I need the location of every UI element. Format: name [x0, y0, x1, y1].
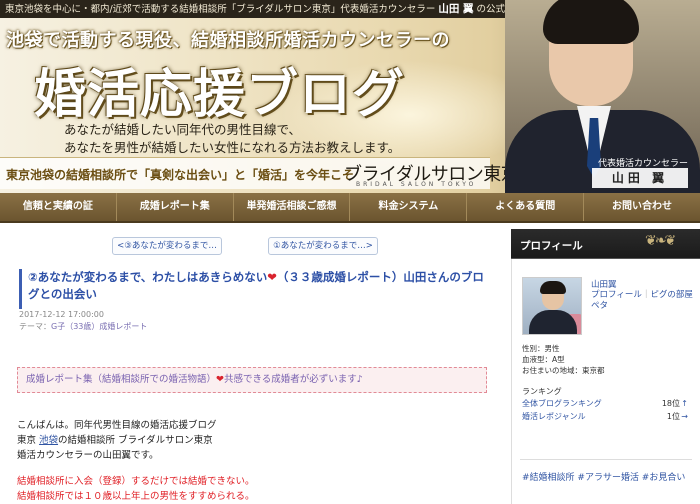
- nav-item-reports[interactable]: 成婚レポート集: [117, 193, 234, 221]
- paragraph-1-line-2: 東京 池袋の結婚相談所 ブライダルサロン東京: [17, 433, 217, 448]
- ranking-overall-link[interactable]: 全体ブログランキング: [522, 399, 602, 408]
- global-nav: 信頼と実績の証 成婚レポート集 単発婚活相談ご感想 料金システム よくある質問 …: [0, 193, 700, 223]
- paragraph-2-line-1: 結婚相談所に入会（登録）するだけでは結婚できない。: [17, 476, 255, 487]
- report-box-text-2: 共感できる成婚者が必ずいます♪: [223, 374, 363, 385]
- profile-location: お住まいの地域：東京都: [522, 366, 605, 375]
- profile-links: プロフィール｜ピグの部屋 ペタ: [591, 290, 696, 312]
- paragraph-1-line-3: 婚活カウンセラーの山田翼です。: [17, 450, 159, 461]
- nav-item-consultation-reviews[interactable]: 単発婚活相談ご感想: [234, 193, 351, 221]
- arrow-up-icon: ↑: [681, 399, 688, 408]
- article-title-part-1: ②あなたが変わるまで、わたしはあきらめない: [28, 270, 268, 284]
- report-collection-link[interactable]: 成婚レポート集（結婚相談所での婚活物語）❤共感できる成婚者が必ずいます♪: [17, 367, 487, 393]
- blog-title[interactable]: 婚活応援ブログ: [34, 52, 405, 127]
- top-line-prefix: 東京池袋を中心に・都内/近郊で活動する結婚相談所「ブライダルサロン東京」代表婚活…: [5, 4, 436, 15]
- avatar-hair: [540, 281, 566, 294]
- counselor-name: 山田 翼: [592, 168, 688, 188]
- header-banner[interactable]: 東京池袋を中心に・都内/近郊で活動する結婚相談所「ブライダルサロン東京」代表婚活…: [0, 0, 700, 193]
- photo-hair: [543, 0, 639, 44]
- article-paragraph-2: 結婚相談所に入会（登録）するだけでは結婚できない。 結婚相談所では１０歳以上年上…: [17, 474, 255, 504]
- prev-article-button[interactable]: <③あなたが変わるまで…: [112, 237, 222, 255]
- ranking-genre-link[interactable]: 婚活レポジャンル: [522, 412, 586, 421]
- profile-gender: 性別：男性: [522, 344, 560, 353]
- peta-link[interactable]: ペタ: [591, 301, 608, 311]
- arrow-right-icon: →: [681, 412, 688, 421]
- profile-blood-type: 血液型：A型: [522, 355, 565, 364]
- ranking-row-overall: 全体ブログランキング 18位 ↑: [522, 398, 688, 410]
- article-theme-link[interactable]: G子（33歳）成婚レポート: [51, 322, 147, 331]
- paragraph-2-line-2: 結婚相談所では１０歳以上年上の男性をすすめられる。: [17, 491, 255, 502]
- sidebar-profile-heading: プロフィール: [520, 240, 583, 252]
- heart-icon: ❤: [267, 270, 277, 284]
- brand-logo-subtext: BRIDAL SALON TOKYO: [356, 181, 477, 188]
- paragraph-1-line-1: こんばんは。同年代男性目線の婚活応援ブログ: [17, 420, 217, 431]
- next-article-button[interactable]: ①あなたが変わるまで…>: [268, 237, 378, 255]
- profile-name-link[interactable]: 山田翼: [591, 278, 617, 290]
- ikebukuro-link[interactable]: 池袋: [39, 435, 58, 446]
- blog-page: 東京池袋を中心に・都内/近郊で活動する結婚相談所「ブライダルサロン東京」代表婚活…: [0, 0, 700, 504]
- avatar-body: [529, 310, 577, 334]
- profile-info: 性別：男性 血液型：A型 お住まいの地域：東京都: [522, 343, 605, 376]
- ranking-genre-value: 1位: [666, 412, 680, 421]
- pigg-room-link[interactable]: ピグの部屋: [650, 290, 693, 300]
- sub-tagline: 東京池袋の結婚相談所で「真剣な出会い」と「婚活」を今年こそ: [6, 168, 355, 182]
- ranking-label: ランキング: [522, 387, 562, 396]
- profile-link[interactable]: プロフィール: [591, 290, 642, 300]
- ranking-row-genre: 婚活レポジャンル 1位 →: [522, 411, 688, 423]
- article-date: 2017-12-12 17:00:00: [19, 310, 104, 319]
- avatar[interactable]: [522, 277, 582, 335]
- nav-item-faq[interactable]: よくある質問: [467, 193, 585, 221]
- catch-copy: 池袋で活動する現役、結婚相談所婚活カウンセラーの: [6, 30, 450, 51]
- report-box-text-1: 成婚レポート集（結婚相談所での婚活物語）: [26, 374, 217, 385]
- sidebar-divider: [520, 459, 692, 460]
- nav-item-trust[interactable]: 信頼と実績の証: [0, 193, 117, 221]
- description-line-1: あなたが結婚したい同年代の男性目線で、: [64, 122, 302, 137]
- paragraph-1-line-2-suffix: の結婚相談所 ブライダルサロン東京: [58, 435, 213, 446]
- paragraph-1-line-2-prefix: 東京: [17, 435, 40, 446]
- article: ②あなたが変わるまで、わたしはあきらめない❤（３３歳成婚レポート）山田さんのブロ…: [12, 264, 494, 504]
- article-theme-prefix: テーマ：: [19, 322, 51, 331]
- article-title[interactable]: ②あなたが変わるまで、わたしはあきらめない❤（３３歳成婚レポート）山田さんのブロ…: [28, 269, 489, 303]
- article-paragraph-1: こんばんは。同年代男性目線の婚活応援ブログ 東京 池袋の結婚相談所 ブライダルサ…: [17, 418, 217, 463]
- hashtag-links[interactable]: #結婚相談所 #アラサー婚活 #お見合い: [522, 470, 694, 487]
- nav-item-pricing[interactable]: 料金システム: [350, 193, 468, 221]
- heart-icon: ❤: [216, 374, 224, 385]
- article-title-block: ②あなたが変わるまで、わたしはあきらめない❤（３３歳成婚レポート）山田さんのブロ…: [19, 269, 489, 309]
- top-line-name: 山田 翼: [438, 3, 474, 15]
- ranking-overall-value: 18位: [661, 399, 680, 408]
- article-theme: テーマ：G子（33歳）成婚レポート: [19, 321, 147, 332]
- ornament-icon: ❦❧❦: [645, 233, 676, 249]
- description-line-2: あなたを男性が結婚したい女性になれる方法お教えします。: [64, 140, 401, 155]
- nav-item-contact[interactable]: お問い合わせ: [584, 193, 700, 221]
